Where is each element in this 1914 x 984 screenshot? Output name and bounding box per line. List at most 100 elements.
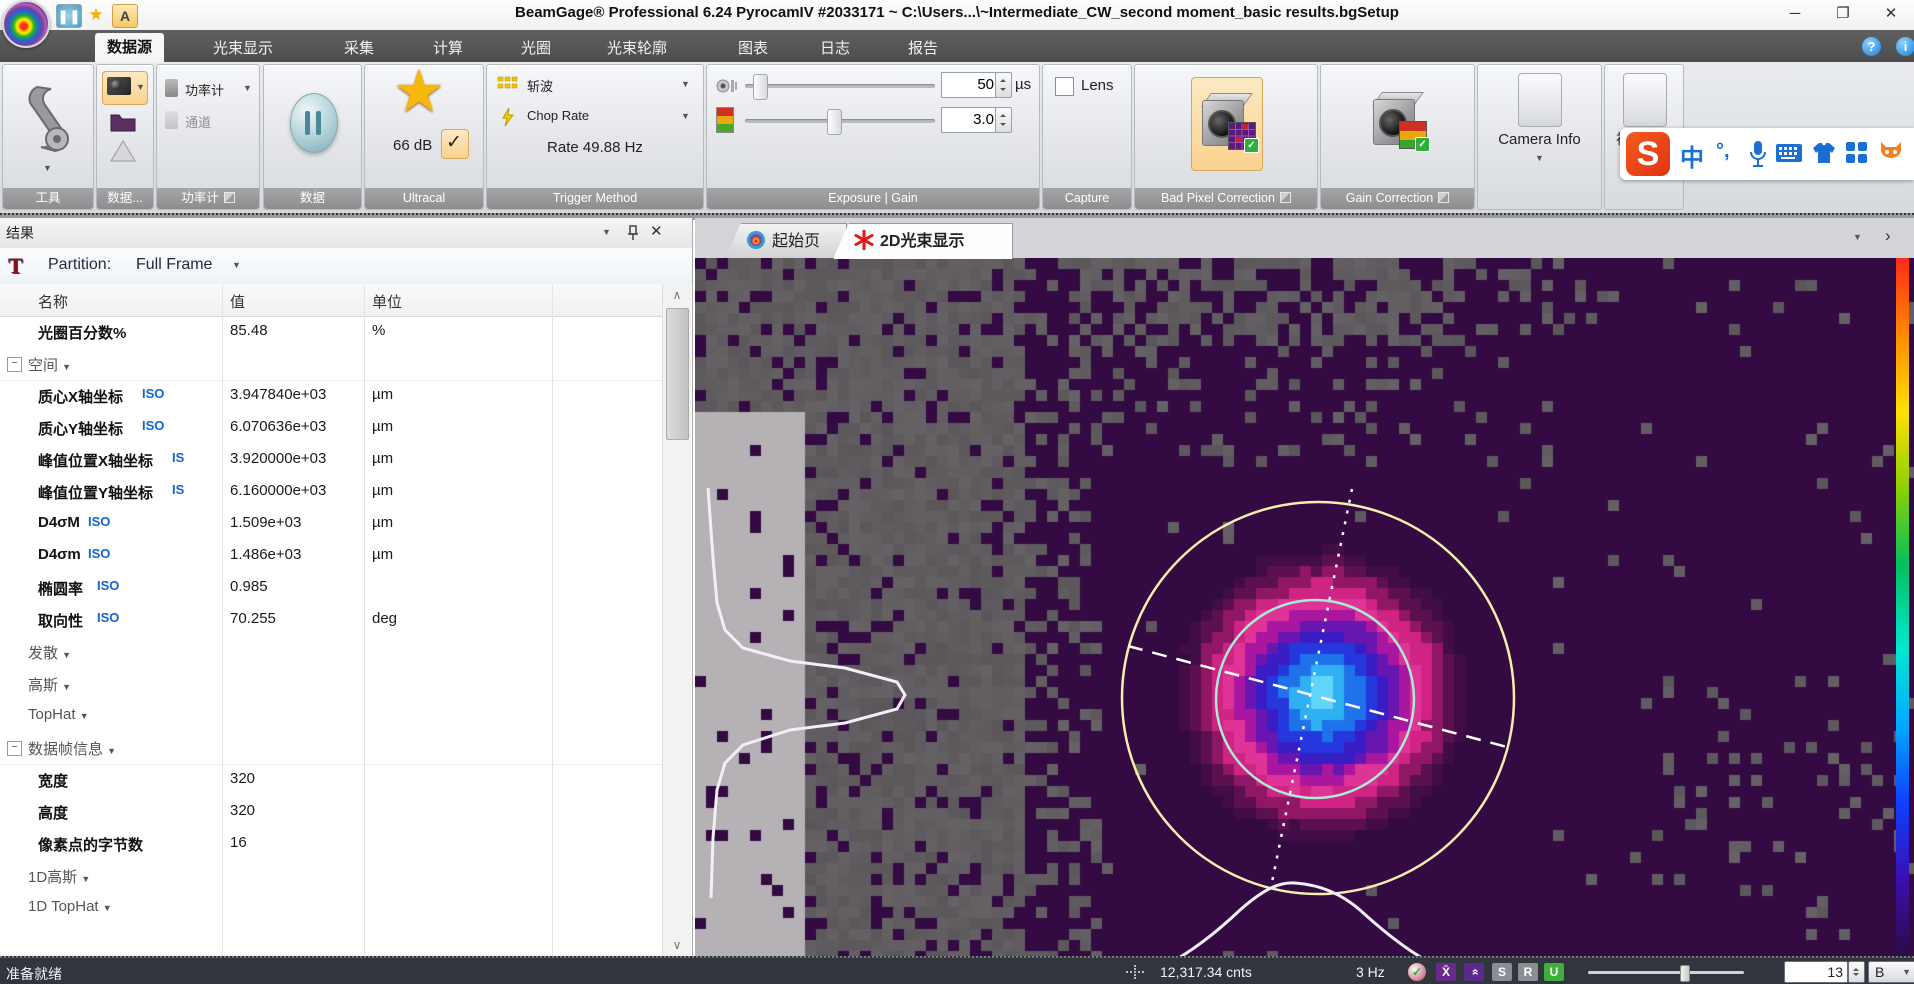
result-row-1D TopHat[interactable]: 1D TopHat ▼ — [0, 892, 662, 924]
result-row-发散[interactable]: 发散 ▼ — [0, 636, 662, 668]
ribbon-tab-5[interactable]: 光圈 — [509, 36, 563, 62]
results-scrollbar[interactable]: ∧ ∨ — [662, 284, 691, 956]
camera-source-button[interactable]: ▼ — [102, 71, 148, 105]
chop-button[interactable]: 斩波 ▼ — [497, 73, 693, 97]
result-row-TopHat[interactable]: TopHat ▼ — [0, 700, 662, 732]
quick-ultracal-star-icon[interactable]: ★ — [84, 4, 108, 26]
scrollbar-thumb[interactable] — [666, 308, 689, 440]
power-meter-button[interactable]: 功率计 ▼ — [165, 77, 253, 101]
column-unit[interactable]: 单位 — [372, 291, 402, 312]
beamgage-logo-icon[interactable] — [2, 0, 50, 48]
result-row-高度[interactable]: 高度320 — [0, 796, 662, 828]
group-footer-gain-correction[interactable]: Gain Correction — [1321, 188, 1474, 209]
ribbon-tab-6[interactable]: 光束轮廓 — [595, 36, 679, 62]
tab-scroll-right-icon[interactable]: › — [1885, 226, 1891, 246]
status-zoom-slider-thumb[interactable] — [1680, 965, 1690, 982]
result-row-光圈百分数%[interactable]: 光圈百分数%85.48% — [0, 316, 662, 348]
beam-fit-circle[interactable] — [1216, 600, 1414, 798]
gain-correction-camera-icon[interactable]: ✓ — [1371, 91, 1423, 147]
ultracal-star-icon[interactable]: ★ — [393, 57, 445, 125]
status-average-icon[interactable]: X̄ — [1436, 963, 1456, 981]
group-footer-bad-pixel[interactable]: Bad Pixel Correction — [1135, 188, 1317, 209]
ime-language-icon[interactable]: 中 — [1680, 138, 1704, 173]
result-row-像素点的字节数[interactable]: 像素点的字节数16 — [0, 828, 662, 860]
partition-row[interactable]: T Partition: Full Frame ▼ — [0, 248, 692, 284]
tools-dropdown-icon[interactable]: ▼ — [43, 163, 52, 173]
status-b-dropdown[interactable]: B▼ — [1868, 961, 1914, 983]
status-r-badge[interactable]: R — [1518, 963, 1538, 981]
status-zoom-spinner[interactable] — [1848, 961, 1865, 983]
power-meter-dialog-launcher-icon[interactable] — [224, 192, 235, 203]
result-row-峰值位置X轴坐标[interactable]: 峰值位置X轴坐标IS3.920000e+03µm — [0, 444, 662, 476]
quick-pause-icon[interactable]: ❚❚ — [56, 4, 82, 28]
pause-acquisition-button[interactable] — [290, 93, 338, 153]
result-row-数据帧信息[interactable]: −数据帧信息 ▼ — [0, 732, 662, 765]
info-icon[interactable]: i — [1896, 37, 1914, 56]
column-name[interactable]: 名称 — [38, 291, 68, 312]
group-footer-exposure-gain[interactable]: Exposure | Gain — [707, 188, 1039, 209]
status-s-badge[interactable]: S — [1492, 963, 1512, 981]
ribbon-tab-1[interactable]: 数据源 — [95, 33, 164, 62]
result-row-取向性[interactable]: 取向性ISO70.255deg — [0, 604, 662, 636]
group-footer-data-source[interactable]: 数据... — [97, 188, 153, 209]
video-trigger-button[interactable] — [1623, 73, 1667, 127]
exposure-slider[interactable] — [745, 84, 935, 88]
group-footer-ultracal[interactable]: Ultracal — [365, 188, 483, 209]
camera-info-dropdown-icon[interactable]: ▼ — [1535, 153, 1544, 163]
ime-fox-icon[interactable] — [1878, 140, 1904, 164]
ribbon-tab-9[interactable]: 报告 — [896, 36, 950, 62]
result-row-D4σM[interactable]: D4σMISO1.509e+03µm — [0, 508, 662, 540]
tab-list-dropdown-icon[interactable]: ▼ — [1853, 232, 1862, 242]
close-button[interactable]: ✕ — [1868, 0, 1914, 29]
result-row-高斯[interactable]: 高斯 ▼ — [0, 668, 662, 700]
gain-value-input[interactable]: 3.0 — [941, 107, 999, 133]
pin-icon[interactable] — [626, 225, 640, 241]
beam-tab-1[interactable]: 起始页 — [725, 223, 847, 259]
channel-button[interactable]: 通道 — [165, 109, 253, 133]
chop-rate-button[interactable]: Chop Rate ▼ — [497, 105, 693, 129]
partition-dropdown-icon[interactable]: ▼ — [232, 260, 241, 270]
ribbon-tab-7[interactable]: 图表 — [726, 36, 780, 62]
bad-pixel-correction-button[interactable]: ✓ — [1191, 77, 1263, 171]
maximize-button[interactable]: ❐ — [1820, 0, 1866, 29]
gain-spinner[interactable] — [995, 107, 1012, 133]
quick-autosetup-icon[interactable]: A — [112, 4, 138, 28]
ime-toolbox-grid-icon[interactable] — [1846, 142, 1868, 164]
gain-slider[interactable] — [745, 119, 935, 123]
result-row-峰值位置Y轴坐标[interactable]: 峰值位置Y轴坐标IS6.160000e+03µm — [0, 476, 662, 508]
ime-logo-icon[interactable]: S — [1626, 132, 1670, 176]
exposure-value-input[interactable]: 50 — [941, 72, 999, 98]
bad-pixel-dialog-launcher-icon[interactable] — [1280, 192, 1291, 203]
group-footer-data[interactable]: 数据 — [264, 188, 361, 209]
status-ultracal-icon[interactable]: ✓ — [1408, 963, 1426, 981]
major-axis-crosshair[interactable] — [1128, 646, 1507, 747]
wrench-icon[interactable] — [25, 81, 71, 155]
gain-slider-thumb[interactable] — [827, 109, 842, 135]
ultracal-checkbox[interactable]: ✓ — [441, 129, 469, 159]
result-row-1D高斯[interactable]: 1D高斯 ▼ — [0, 860, 662, 892]
ime-skin-shirt-icon[interactable] — [1812, 142, 1836, 164]
partition-value[interactable]: Full Frame — [136, 256, 212, 274]
result-row-D4σm[interactable]: D4σmISO1.486e+03µm — [0, 540, 662, 572]
result-row-质心X轴坐标[interactable]: 质心X轴坐标ISO3.947840e+03µm — [0, 380, 662, 412]
results-close-icon[interactable]: ✕ — [650, 222, 663, 240]
ribbon-tab-2[interactable]: 光束显示 — [201, 36, 285, 62]
folder-icon[interactable] — [109, 109, 137, 133]
ime-microphone-icon[interactable] — [1748, 140, 1768, 168]
gain-correction-dialog-launcher-icon[interactable] — [1438, 192, 1449, 203]
group-footer-power-meter[interactable]: 功率计 — [157, 188, 259, 209]
beam-tab-2[interactable]: 2D光束显示 — [833, 223, 1013, 259]
scroll-down-icon[interactable]: ∨ — [663, 934, 691, 956]
help-icon[interactable]: ? — [1862, 37, 1881, 56]
ime-punctuation-icon[interactable]: °, — [1716, 140, 1730, 163]
exposure-slider-thumb[interactable] — [753, 74, 768, 100]
result-row-宽度[interactable]: 宽度320 — [0, 764, 662, 796]
exposure-spinner[interactable] — [995, 72, 1012, 98]
collapse-icon[interactable]: − — [7, 357, 22, 372]
group-footer-trigger-method[interactable]: Trigger Method — [487, 188, 703, 209]
lens-checkbox[interactable] — [1055, 77, 1074, 96]
result-row-质心Y轴坐标[interactable]: 质心Y轴坐标ISO6.070636e+03µm — [0, 412, 662, 444]
status-zoom-slider[interactable] — [1588, 971, 1744, 974]
result-row-空间[interactable]: −空间 ▼ — [0, 348, 662, 381]
collapse-icon[interactable]: − — [7, 741, 22, 756]
